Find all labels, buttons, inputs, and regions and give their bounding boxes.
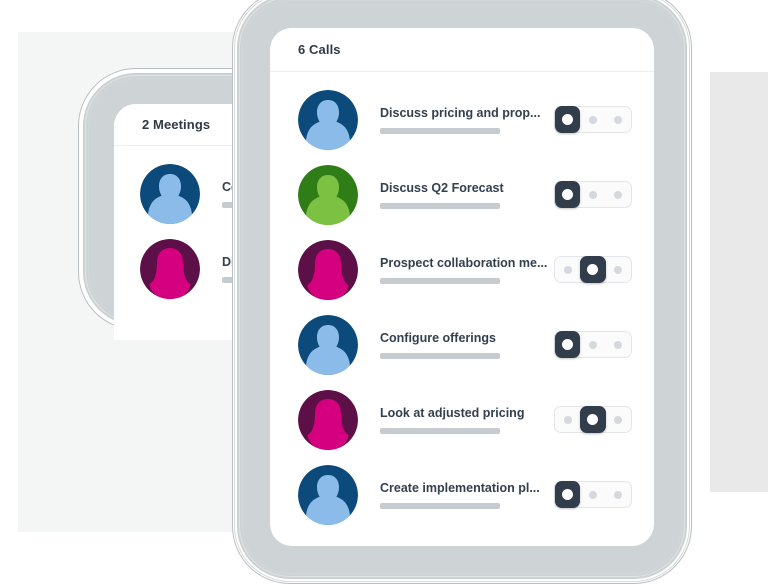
calls-list: Discuss pricing and prop... Discuss Q2 F… [270, 72, 654, 532]
calls-card-title: 6 Calls [298, 42, 341, 57]
list-item-title: Look at adjusted pricing [380, 405, 525, 420]
segmented-toggle[interactable] [554, 481, 632, 508]
list-item-subtitle-placeholder [380, 277, 500, 284]
segmented-toggle[interactable] [554, 331, 632, 358]
toggle-segment-3[interactable] [606, 257, 631, 282]
toggle-dot-icon [588, 115, 597, 124]
list-item-title: Discuss pricing and prop... [380, 105, 541, 120]
list-item-subtitle-placeholder [380, 427, 500, 434]
toggle-dot-icon [563, 265, 572, 274]
toggle-dot-icon [614, 115, 623, 124]
list-item[interactable]: Discuss pricing and prop... [270, 82, 654, 157]
toggle-dot-icon [563, 415, 572, 424]
list-item-subtitle-placeholder [380, 127, 500, 134]
toggle-segment-3[interactable] [606, 107, 631, 132]
toggle-segment-3[interactable] [606, 182, 631, 207]
toggle-segment-3[interactable] [606, 407, 631, 432]
screenshot-stage: 2 Meetings Collabora [0, 0, 768, 587]
meetings-card-title: 2 Meetings [142, 117, 211, 132]
toggle-dot-icon [587, 414, 599, 425]
list-item-body: Look at adjusted pricing [358, 406, 554, 434]
toggle-segment-2[interactable] [580, 256, 606, 283]
calls-card: 6 Calls Discuss pricing and prop... Disc… [270, 28, 654, 546]
toggle-dot-icon [614, 340, 623, 349]
segmented-toggle[interactable] [554, 406, 632, 433]
toggle-dot-icon [587, 264, 599, 275]
avatar-female-magenta [298, 389, 358, 450]
toggle-segment-2[interactable] [580, 406, 606, 433]
calls-card-header: 6 Calls [270, 28, 654, 72]
list-item[interactable]: Create implementation pl... [270, 457, 654, 532]
toggle-segment-3[interactable] [606, 332, 631, 357]
avatar-male-blue [298, 89, 358, 150]
toggle-segment-1[interactable] [555, 181, 581, 208]
segmented-toggle[interactable] [554, 256, 632, 283]
toggle-segment-3[interactable] [606, 482, 631, 507]
list-item-body: Create implementation pl... [358, 481, 554, 509]
avatar-male-blue [140, 163, 200, 224]
list-item-title: Create implementation pl... [380, 480, 540, 495]
toggle-segment-2[interactable] [580, 332, 605, 357]
avatar-male-blue [298, 314, 358, 375]
toggle-dot-icon [562, 489, 574, 500]
list-item-subtitle-placeholder [380, 352, 500, 359]
toggle-dot-icon [562, 114, 574, 125]
list-item-body: Discuss pricing and prop... [358, 106, 554, 134]
toggle-dot-icon [614, 265, 623, 274]
list-item-title: Configure offerings [380, 330, 496, 345]
list-item-title: Prospect collaboration me... [380, 255, 548, 270]
avatar-male-blue [298, 464, 358, 525]
list-item[interactable]: Look at adjusted pricing [270, 382, 654, 457]
list-item-subtitle-placeholder [380, 202, 500, 209]
avatar-male-green [298, 164, 358, 225]
list-item[interactable]: Prospect collaboration me... [270, 232, 654, 307]
toggle-dot-icon [588, 340, 597, 349]
list-item-title: Discuss Q2 Forecast [380, 180, 504, 195]
avatar-female-magenta [298, 239, 358, 300]
tablet-frame-calls: 6 Calls Discuss pricing and prop... Disc… [232, 0, 692, 584]
list-item-subtitle-placeholder [380, 502, 500, 509]
list-item[interactable]: Configure offerings [270, 307, 654, 382]
toggle-dot-icon [562, 339, 574, 350]
toggle-dot-icon [562, 189, 574, 200]
segmented-toggle[interactable] [554, 181, 632, 208]
avatar-female-magenta [140, 238, 200, 299]
toggle-dot-icon [614, 490, 623, 499]
background-panel-right [710, 72, 768, 492]
toggle-dot-icon [614, 415, 623, 424]
toggle-segment-2[interactable] [580, 107, 605, 132]
toggle-dot-icon [614, 190, 623, 199]
toggle-segment-2[interactable] [580, 482, 605, 507]
toggle-segment-1[interactable] [555, 481, 581, 508]
toggle-segment-2[interactable] [580, 182, 605, 207]
toggle-segment-1[interactable] [555, 106, 581, 133]
toggle-segment-1[interactable] [555, 257, 580, 282]
segmented-toggle[interactable] [554, 106, 632, 133]
list-item-body: Discuss Q2 Forecast [358, 181, 554, 209]
list-item-body: Prospect collaboration me... [358, 256, 554, 284]
toggle-dot-icon [588, 190, 597, 199]
toggle-dot-icon [588, 490, 597, 499]
list-item-body: Configure offerings [358, 331, 554, 359]
toggle-segment-1[interactable] [555, 331, 581, 358]
list-item[interactable]: Discuss Q2 Forecast [270, 157, 654, 232]
toggle-segment-1[interactable] [555, 407, 580, 432]
